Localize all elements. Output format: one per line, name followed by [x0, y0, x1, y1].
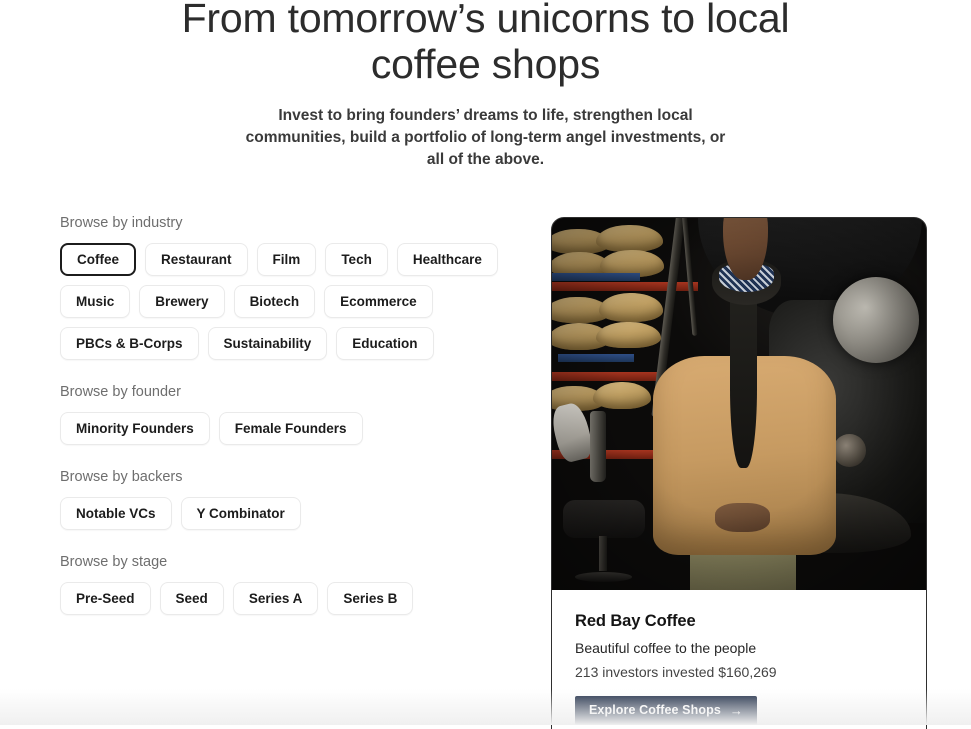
group-label-founder: Browse by founder — [60, 383, 181, 400]
chip-female-founders[interactable]: Female Founders — [218, 411, 363, 445]
hero-section: From tomorrow’s unicorns to local coffee… — [0, 0, 971, 171]
chip-minority-founders[interactable]: Minority Founders — [60, 411, 210, 445]
featured-company-card[interactable]: Red Bay Coffee Beautiful coffee to the p… — [551, 216, 927, 729]
page-subtitle: Invest to bring founders’ dreams to life… — [245, 106, 726, 168]
chip-row-industry: Coffee Restaurant Film Tech Healthcare M… — [60, 242, 530, 360]
featured-card-column: Red Bay Coffee Beautiful coffee to the p… — [530, 215, 927, 729]
photo-vignette — [552, 217, 926, 590]
chip-y-combinator[interactable]: Y Combinator — [180, 496, 301, 530]
chip-row-stage: Pre-Seed Seed Series A Series B — [60, 581, 530, 615]
chip-restaurant[interactable]: Restaurant — [145, 242, 248, 276]
group-label-industry: Browse by industry — [60, 214, 183, 231]
chip-education[interactable]: Education — [336, 326, 434, 360]
filter-group-stage: Browse by stage Pre-Seed Seed Series A S… — [60, 554, 530, 615]
filter-group-backers: Browse by backers Notable VCs Y Combinat… — [60, 469, 530, 530]
chip-biotech[interactable]: Biotech — [233, 284, 316, 318]
chip-healthcare[interactable]: Healthcare — [396, 242, 498, 276]
cta-label: Explore Coffee Shops — [589, 703, 721, 718]
chip-pbcs-b-corps[interactable]: PBCs & B-Corps — [60, 326, 199, 360]
card-body: Red Bay Coffee Beautiful coffee to the p… — [552, 589, 926, 729]
arrow-right-icon: → — [729, 702, 743, 718]
chip-film[interactable]: Film — [256, 242, 317, 276]
company-name: Red Bay Coffee — [575, 611, 696, 630]
filter-group-founder: Browse by founder Minority Founders Fema… — [60, 384, 530, 445]
chip-sustainability[interactable]: Sustainability — [207, 326, 328, 360]
chip-series-a[interactable]: Series A — [232, 581, 319, 615]
chip-series-b[interactable]: Series B — [327, 581, 414, 615]
explore-coffee-shops-button[interactable]: Explore Coffee Shops → — [575, 695, 757, 725]
page-title: From tomorrow’s unicorns to local coffee… — [181, 0, 790, 87]
chip-notable-vcs[interactable]: Notable VCs — [60, 496, 172, 530]
chip-seed[interactable]: Seed — [159, 581, 224, 615]
company-photo — [552, 217, 926, 590]
filter-panel: Browse by industry Coffee Restaurant Fil… — [60, 215, 530, 615]
chip-coffee[interactable]: Coffee — [60, 242, 137, 276]
chip-row-backers: Notable VCs Y Combinator — [60, 496, 530, 530]
main-content: Browse by industry Coffee Restaurant Fil… — [0, 215, 971, 729]
chip-tech[interactable]: Tech — [325, 242, 388, 276]
chip-row-founder: Minority Founders Female Founders — [60, 411, 530, 445]
chip-brewery[interactable]: Brewery — [139, 284, 225, 318]
chip-music[interactable]: Music — [60, 284, 131, 318]
group-label-backers: Browse by backers — [60, 468, 183, 485]
chip-pre-seed[interactable]: Pre-Seed — [60, 581, 151, 615]
filter-group-industry: Browse by industry Coffee Restaurant Fil… — [60, 215, 530, 360]
chip-ecommerce[interactable]: Ecommerce — [324, 284, 433, 318]
group-label-stage: Browse by stage — [60, 553, 168, 570]
company-investment-stats: 213 investors invested $160,269 — [575, 663, 777, 680]
company-tagline: Beautiful coffee to the people — [575, 639, 757, 656]
